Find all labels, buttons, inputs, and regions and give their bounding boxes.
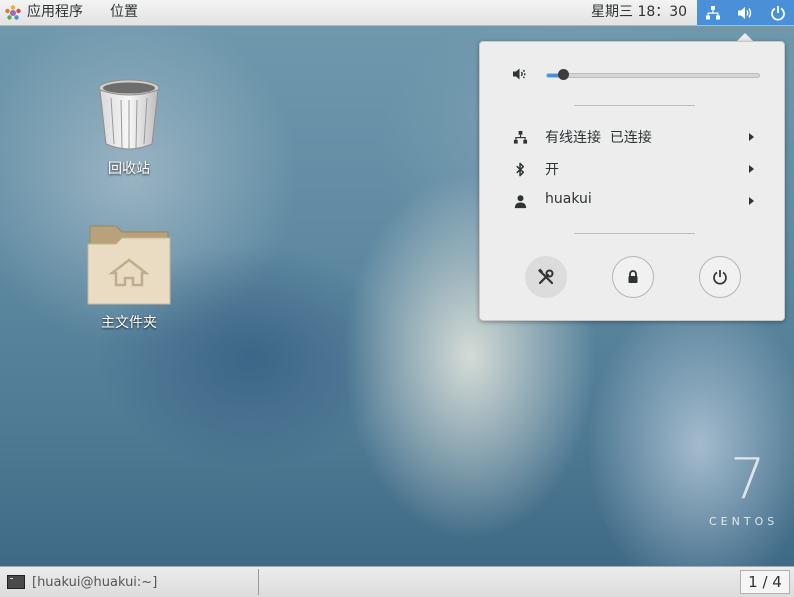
lock-button[interactable] [612,256,654,298]
volume-row [480,62,784,86]
applications-menu[interactable]: 应用程序 [4,0,83,25]
window-list-item-terminal[interactable]: [huakui@huakui:~] [2,569,259,595]
menu-item-bluetooth[interactable]: 开 [480,156,784,182]
terminal-icon [7,575,25,589]
system-status-area[interactable] [697,0,794,25]
bottom-bar: [huakui@huakui:~] 1 / 4 [0,566,794,597]
submenu-arrow-icon [749,133,754,141]
settings-button[interactable] [525,256,567,298]
centos-watermark-text: CENTOS [709,515,779,528]
volume-slider-handle[interactable] [557,69,569,80]
menu-item-user[interactable]: huakui [480,188,784,214]
applications-label: 应用程序 [27,4,83,20]
menu-item-label: huakui [545,191,592,207]
volume-icon [738,6,752,19]
volume-low-icon [513,68,526,80]
desktop-icon-home[interactable]: 主文件夹 [74,222,184,332]
top-bar: 应用程序 位置 星期三 18：30 [0,0,794,26]
menu-item-label: 有线连接 已连接 [545,130,652,146]
trash-icon [98,79,160,150]
centos-watermark-number: 7 [730,447,766,512]
desktop-icon-label: 主文件夹 [101,315,157,331]
clock[interactable]: 星期三 18：30 [591,0,687,25]
user-icon [514,195,527,209]
home-folder-icon [87,225,171,305]
gnome-foot-icon [5,4,21,20]
submenu-arrow-icon [749,197,754,205]
desktop-icon-trash[interactable]: 回收站 [74,78,184,178]
menu-item-wired[interactable]: 有线连接 已连接 [480,124,784,150]
network-wired-icon [706,5,720,19]
volume-slider[interactable] [546,73,760,78]
separator [574,233,695,234]
desktop-icon-label: 回收站 [108,161,150,177]
system-menu-popup: 有线连接 已连接 开 huakui [479,41,785,321]
places-menu[interactable]: 位置 [110,0,138,25]
menu-item-label: 开 [545,162,559,178]
power-icon [771,5,785,21]
network-wired-icon [513,130,528,144]
power-icon [713,270,727,285]
workspace-indicator[interactable]: 1 / 4 [740,570,790,594]
bluetooth-icon [516,162,525,177]
power-off-button[interactable] [699,256,741,298]
settings-tools-icon [538,268,554,285]
lock-icon [628,270,638,283]
submenu-arrow-icon [749,165,754,173]
separator [574,105,695,106]
window-title: [huakui@huakui:~] [32,574,158,590]
